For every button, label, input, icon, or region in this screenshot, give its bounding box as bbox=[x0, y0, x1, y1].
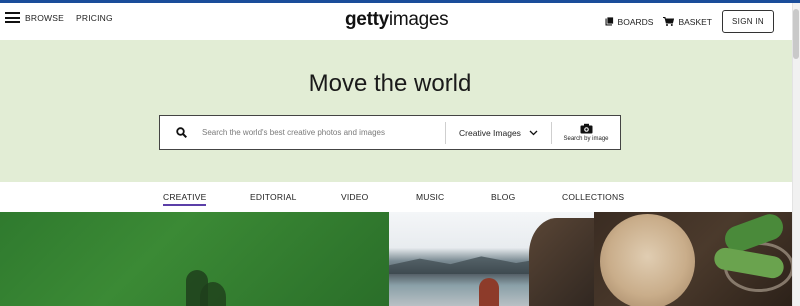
search-icon[interactable] bbox=[160, 127, 202, 138]
hiker-figure bbox=[479, 278, 499, 306]
page-scrollbar[interactable] bbox=[792, 3, 800, 306]
tab-video[interactable]: VIDEO bbox=[341, 192, 368, 202]
content-tabs: CREATIVE EDITORIAL VIDEO MUSIC BLOG COLL… bbox=[0, 182, 792, 212]
basket-link[interactable]: BASKET bbox=[663, 17, 712, 27]
pricing-link[interactable]: PRICING bbox=[76, 13, 113, 23]
basket-label: BASKET bbox=[678, 16, 712, 27]
basket-cart-icon bbox=[663, 17, 675, 26]
chevron-down-icon bbox=[529, 130, 538, 135]
conical-hat bbox=[600, 214, 695, 306]
camera-icon bbox=[580, 123, 592, 134]
image-type-dropdown[interactable]: Creative Images bbox=[446, 128, 551, 138]
search-by-image-button[interactable]: Search by image bbox=[552, 123, 620, 142]
search-input[interactable] bbox=[202, 116, 445, 149]
boards-icon bbox=[605, 17, 614, 26]
mountain-hiker-photo[interactable] bbox=[389, 212, 599, 306]
gettyimages-logo[interactable]: gettyimages bbox=[345, 9, 449, 31]
logo-bold-part: getty bbox=[345, 9, 389, 30]
logo-light-part: images bbox=[388, 9, 449, 30]
tab-collections[interactable]: COLLECTIONS bbox=[562, 192, 624, 202]
boards-label: BOARDS bbox=[617, 16, 654, 27]
hero-banner: Move the world Creative Images Search by… bbox=[0, 40, 792, 182]
grass-shadow-photo[interactable] bbox=[0, 212, 389, 306]
featured-images-strip bbox=[0, 212, 792, 306]
image-type-selected: Creative Images bbox=[459, 127, 521, 138]
person-shadow-2 bbox=[200, 282, 226, 306]
tab-creative[interactable]: CREATIVE bbox=[163, 192, 207, 206]
nav-right: BOARDS BASKET SIGN IN bbox=[605, 10, 774, 33]
search-by-image-label: Search by image bbox=[563, 136, 609, 142]
boards-link[interactable]: BOARDS bbox=[605, 16, 654, 27]
nav-left: BROWSE PRICING bbox=[5, 12, 125, 23]
scrollbar-thumb[interactable] bbox=[793, 9, 799, 59]
browse-link[interactable]: BROWSE bbox=[25, 13, 64, 23]
rock-cliff bbox=[529, 218, 599, 306]
tab-music[interactable]: MUSIC bbox=[416, 192, 444, 202]
site-header: BROWSE PRICING gettyimages BOARDS BASKET… bbox=[0, 3, 792, 40]
sign-in-button[interactable]: SIGN IN bbox=[722, 10, 774, 33]
search-bar: Creative Images Search by image bbox=[159, 115, 621, 150]
tab-editorial[interactable]: EDITORIAL bbox=[250, 192, 297, 202]
hamburger-menu-icon[interactable] bbox=[5, 12, 20, 23]
tab-blog[interactable]: BLOG bbox=[491, 192, 515, 202]
farmer-vegetables-photo[interactable] bbox=[594, 212, 792, 306]
hero-title: Move the world bbox=[308, 70, 472, 97]
